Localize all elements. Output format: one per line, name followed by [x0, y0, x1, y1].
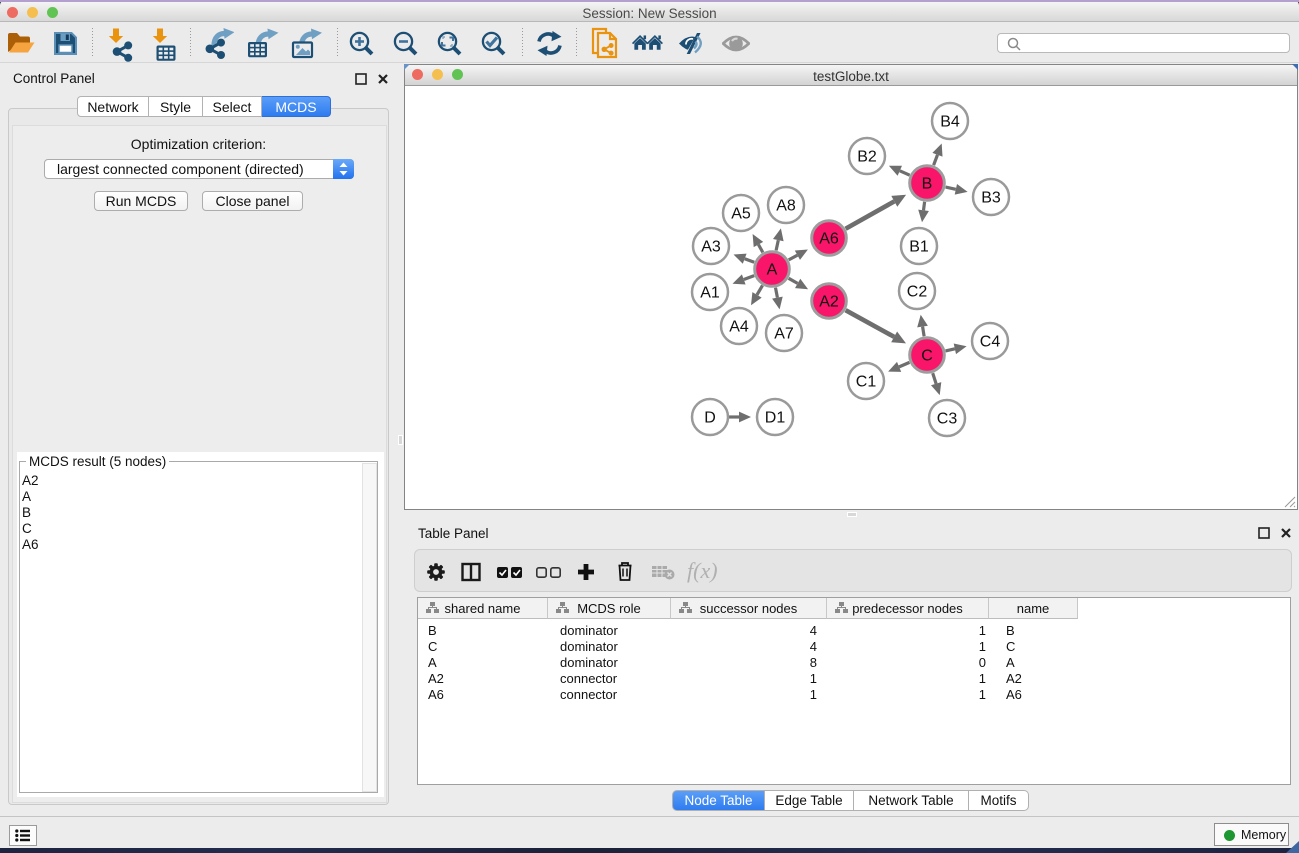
- svg-text:C4: C4: [980, 334, 1001, 351]
- svg-text:A6: A6: [819, 231, 839, 248]
- svg-text:A1: A1: [700, 285, 720, 302]
- svg-text:B3: B3: [981, 190, 1001, 207]
- svg-text:A8: A8: [776, 198, 796, 215]
- svg-text:C2: C2: [907, 284, 928, 301]
- svg-text:B4: B4: [940, 114, 960, 131]
- svg-text:A7: A7: [774, 326, 794, 343]
- svg-text:A4: A4: [729, 319, 749, 336]
- svg-text:B1: B1: [909, 239, 929, 256]
- svg-text:A3: A3: [701, 239, 721, 256]
- svg-text:D1: D1: [765, 410, 786, 427]
- svg-text:A: A: [767, 262, 778, 279]
- svg-text:C: C: [921, 348, 933, 365]
- svg-text:A2: A2: [819, 294, 839, 311]
- svg-text:C3: C3: [937, 411, 958, 428]
- svg-text:C1: C1: [856, 374, 877, 391]
- svg-text:D: D: [704, 410, 716, 427]
- svg-text:A5: A5: [731, 206, 751, 223]
- svg-text:B2: B2: [857, 149, 877, 166]
- svg-text:B: B: [922, 176, 933, 193]
